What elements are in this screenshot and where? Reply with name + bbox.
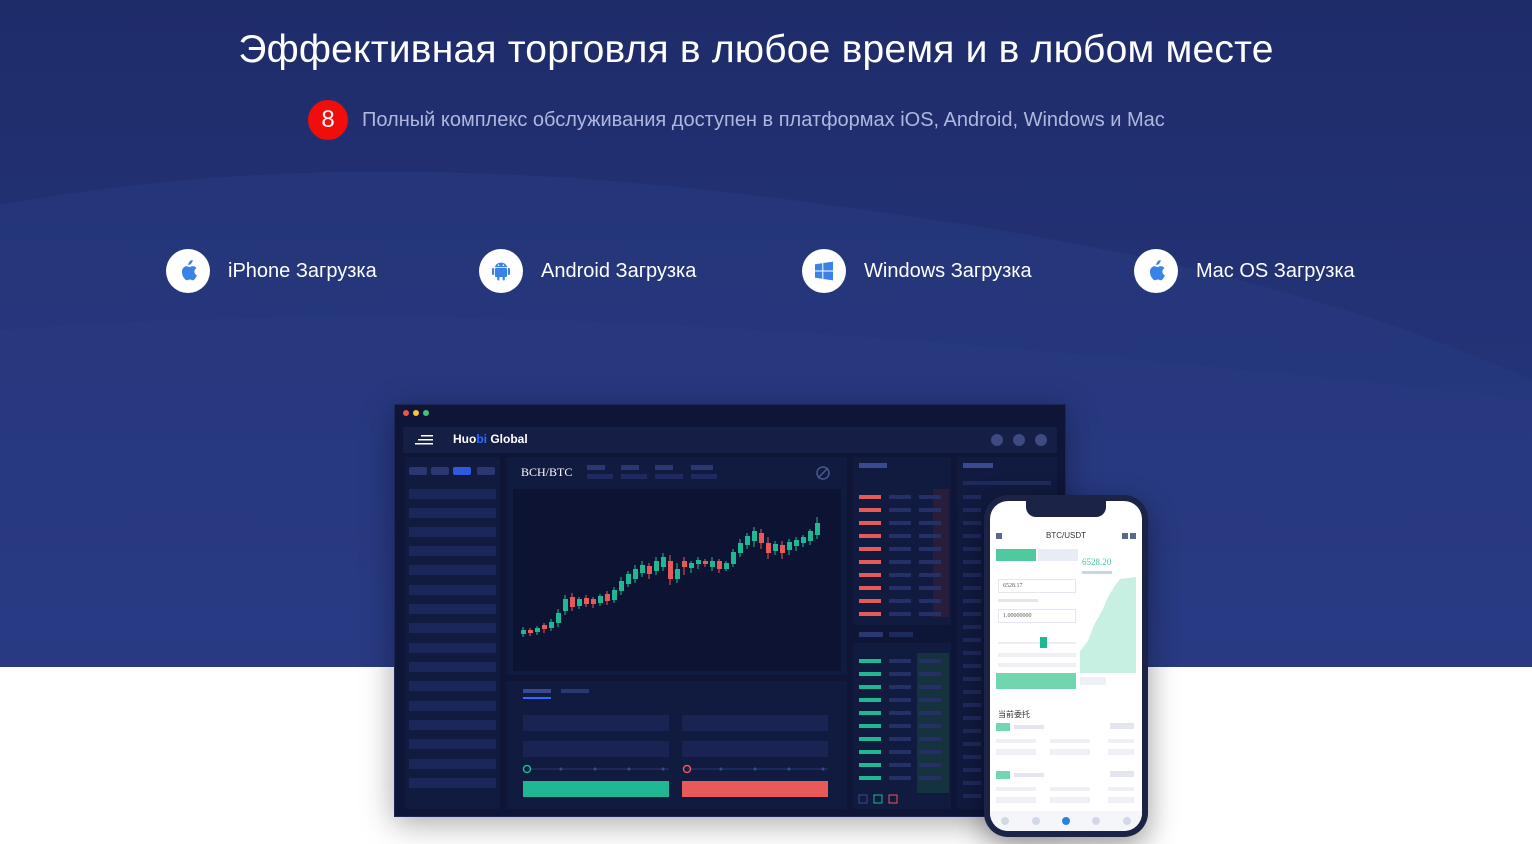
app-header: Huobi Global [403, 427, 1057, 453]
download-iphone-link[interactable]: iPhone Загрузка [166, 249, 377, 293]
desktop-app-illustration: Huobi Global BCH/BTC [394, 404, 1066, 817]
mobile-app-illustration: BTC/USDT 6528.20 6528.17 1.00000000 当前委托 [984, 495, 1148, 837]
download-macos-label: Mac OS Загрузка [1196, 259, 1355, 282]
mobile-last-price: 6528.20 [1082, 557, 1112, 567]
trade-form-panel [507, 681, 847, 809]
apple-icon [166, 249, 210, 293]
page-title: Эффективная торговля в любое время и в л… [238, 28, 1274, 71]
windows-icon [802, 249, 846, 293]
buy-button [523, 781, 669, 797]
subtitle-row: 8 Полный комплекс обслуживания доступен … [308, 100, 1165, 140]
download-windows-link[interactable]: Windows Загрузка [802, 249, 1032, 293]
download-macos-link[interactable]: Mac OS Загрузка [1134, 249, 1355, 293]
subtitle: Полный комплекс обслуживания доступен в … [362, 108, 1165, 131]
market-list [405, 457, 500, 809]
window-controls [403, 410, 429, 416]
price-chart-panel: BCH/BTC [507, 457, 847, 675]
candlestick-chart [513, 489, 841, 671]
mobile-open-orders-title: 当前委托 [998, 710, 1030, 719]
download-android-label: Android Загрузка [541, 259, 697, 282]
brand-logo: Huobi Global [453, 432, 528, 446]
settings-icon [816, 466, 830, 480]
trading-pair: BCH/BTC [521, 465, 573, 479]
order-book-panel [853, 457, 951, 809]
sell-button [682, 781, 828, 797]
download-android-link[interactable]: Android Загрузка [479, 249, 696, 293]
phone-screen: BTC/USDT 6528.20 6528.17 1.00000000 当前委托 [990, 501, 1142, 831]
mobile-trade-ui [996, 533, 1136, 803]
download-windows-label: Windows Загрузка [864, 259, 1032, 282]
android-icon [479, 249, 523, 293]
menu-icon [415, 435, 433, 445]
notification-badge: 8 [308, 100, 348, 140]
download-links: iPhone Загрузка Android Загрузка Windows… [0, 249, 1532, 293]
download-iphone-label: iPhone Загрузка [228, 259, 377, 282]
mobile-bottom-nav [990, 811, 1142, 831]
header-actions [991, 434, 1047, 446]
mobile-price-input: 6528.17 [998, 579, 1076, 593]
mobile-amount-input: 1.00000000 [998, 609, 1076, 623]
apple-icon [1134, 249, 1178, 293]
